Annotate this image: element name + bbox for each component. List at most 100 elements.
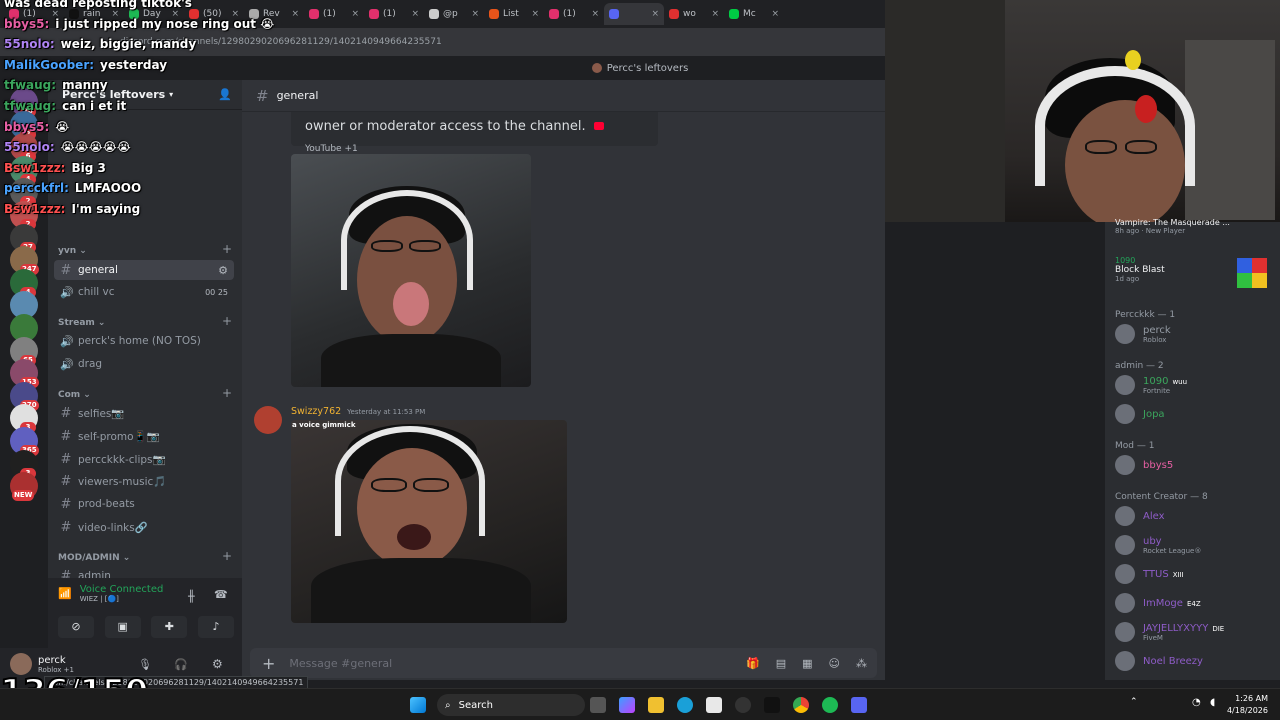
task-view-icon[interactable]	[590, 697, 606, 713]
gear-icon[interactable]: ⚙	[212, 657, 223, 671]
gif-icon[interactable]: ▤	[776, 657, 786, 670]
close-icon[interactable]: ×	[291, 9, 299, 19]
category-stream[interactable]: Stream ⌄	[58, 318, 105, 328]
browser-tab[interactable]: Mc ×	[724, 3, 784, 25]
member-item[interactable]: Jopa	[1115, 404, 1165, 424]
browser-tab[interactable]: (1) ×	[304, 3, 364, 25]
close-icon[interactable]: ×	[771, 9, 779, 19]
close-icon[interactable]: ×	[591, 9, 599, 19]
member-item[interactable]: bbys5	[1115, 455, 1173, 475]
channel-video-links[interactable]: # video-links🔗	[54, 517, 234, 537]
browser-tab[interactable]: Day ×	[124, 3, 184, 25]
wifi-icon[interactable]: ◔	[1192, 697, 1201, 708]
close-icon[interactable]: ×	[231, 9, 239, 19]
emoji-icon[interactable]: ☺	[829, 657, 840, 670]
windows-start-icon[interactable]	[410, 697, 426, 713]
channel-general[interactable]: # general ⚙	[54, 260, 234, 280]
add-channel-icon[interactable]: +	[222, 314, 232, 328]
category-com[interactable]: Com ⌄	[58, 390, 91, 400]
clock[interactable]: 1:26 AM 4/18/2026	[1227, 693, 1268, 717]
browser-tab[interactable]: (1) ×	[4, 3, 64, 25]
gear-icon[interactable]: ⚙	[218, 264, 228, 277]
microphone-icon[interactable]: 🎙	[138, 658, 152, 671]
member-item[interactable]: JAYJELLYXYYY DIE FiveM	[1115, 622, 1224, 642]
server-icon	[591, 63, 602, 73]
channel-selfies[interactable]: # selfies📷	[54, 403, 234, 423]
attached-image[interactable]: a voice gimmick	[291, 420, 567, 623]
channel-viewers-music[interactable]: # viewers-music🎵	[54, 471, 234, 491]
browser-tab[interactable]: wo ×	[664, 3, 724, 25]
close-icon[interactable]: ×	[531, 9, 539, 19]
member-item[interactable]: uby Rocket League®	[1115, 535, 1201, 555]
close-icon[interactable]: ×	[471, 9, 479, 19]
channel-drag[interactable]: 🔊 drag	[54, 354, 234, 374]
channel-self-promo[interactable]: # self-promo📱📷	[54, 426, 234, 446]
member-item[interactable]: perck Roblox	[1115, 324, 1171, 344]
noise-suppression-icon[interactable]: ╫	[188, 590, 195, 603]
message-author[interactable]: Swizzy762	[291, 406, 341, 417]
channel-prod-beats[interactable]: # prod-beats	[54, 494, 234, 514]
epic-icon[interactable]	[764, 697, 780, 713]
browser-tab[interactable]: (1) ×	[364, 3, 424, 25]
browser-tab[interactable]: (50) ×	[184, 3, 244, 25]
voice-connected-label[interactable]: Voice Connected	[80, 584, 164, 595]
gift-icon[interactable]: 🎁	[746, 657, 760, 670]
volume-icon[interactable]: ◖	[1210, 697, 1215, 708]
apps-icon[interactable]: ⁂	[856, 657, 867, 670]
channel-chill-vc[interactable]: 🔊 chill vc 00 25	[54, 282, 234, 302]
address-bar[interactable]: discord.com/channels/1298029020696281129…	[0, 28, 885, 56]
screen-share-button[interactable]: ▣	[104, 616, 141, 638]
browser-tab[interactable]: @p ×	[424, 3, 484, 25]
member-item[interactable]: TTUS XIII	[1115, 564, 1184, 584]
browser-tab[interactable]: List ×	[484, 3, 544, 25]
file-explorer-icon[interactable]	[648, 697, 664, 713]
sticker-icon[interactable]: ▦	[802, 657, 812, 670]
avatar[interactable]	[254, 406, 282, 434]
member-activity[interactable]: Vampire: The Masquerade ... 8h ago · New…	[1115, 218, 1230, 235]
close-icon[interactable]: ×	[351, 9, 359, 19]
category-yvn[interactable]: yvn ⌄	[58, 246, 87, 256]
add-attachment-icon[interactable]: +	[262, 654, 275, 673]
store-icon[interactable]	[706, 697, 722, 713]
close-icon[interactable]: ×	[411, 9, 419, 19]
category-mod-admin[interactable]: MOD/ADMIN ⌄	[58, 553, 130, 563]
edge-icon[interactable]	[677, 697, 693, 713]
tray-chevron-icon[interactable]: ⌃	[1130, 697, 1138, 707]
member-activity[interactable]: 1090 Block Blast 1d ago	[1115, 256, 1165, 283]
member-item[interactable]: 1090 wuu Fortnite	[1115, 375, 1187, 395]
message-input[interactable]: Message #general	[289, 657, 392, 670]
server-header[interactable]: Percc's leftovers ▾ 👤	[48, 80, 242, 110]
copilot-icon[interactable]	[619, 697, 635, 713]
member-item[interactable]: ImMoge E4Z	[1115, 593, 1201, 613]
add-channel-icon[interactable]: +	[222, 386, 232, 400]
discord-icon[interactable]	[851, 697, 867, 713]
soundboard-button[interactable]: ♪	[197, 616, 234, 638]
close-icon[interactable]: ×	[651, 9, 659, 19]
browser-tab[interactable]: Rev ×	[244, 3, 304, 25]
headphones-icon[interactable]: 🎧	[174, 658, 188, 671]
close-icon[interactable]: ×	[171, 9, 179, 19]
add-channel-icon[interactable]: +	[222, 549, 232, 563]
add-channel-icon[interactable]: +	[222, 242, 232, 256]
browser-tab[interactable]: (1) ×	[544, 3, 604, 25]
obs-icon[interactable]	[735, 697, 751, 713]
browser-tab[interactable]: rain ×	[64, 3, 124, 25]
close-icon[interactable]: ×	[711, 9, 719, 19]
camera-off-button[interactable]: ⊘	[58, 616, 94, 638]
disconnect-icon[interactable]: ☎	[214, 588, 228, 601]
add-member-icon[interactable]: 👤	[218, 88, 232, 101]
attached-image[interactable]	[291, 154, 531, 387]
chrome-icon[interactable]	[793, 697, 809, 713]
browser-tab[interactable]: ×	[604, 3, 664, 25]
activities-button[interactable]: ✚	[151, 616, 188, 638]
spotify-icon[interactable]	[822, 697, 838, 713]
taskbar-search[interactable]: ⌕ Search	[437, 694, 585, 716]
voice-server-label[interactable]: WIEZ | [🔵]	[80, 595, 164, 603]
close-icon[interactable]: ×	[111, 9, 119, 19]
member-item[interactable]: Alex	[1115, 506, 1165, 526]
member-item[interactable]: Noel Breezy	[1115, 651, 1203, 671]
close-icon[interactable]: ×	[51, 9, 59, 19]
channel-percckkk-clips[interactable]: # percckkk-clips📷	[54, 449, 234, 469]
channel-perck-s-home-no-tos[interactable]: 🔊 perck's home (NO TOS)	[54, 331, 234, 351]
message-composer[interactable]: + Message #general 🎁 ▤ ▦ ☺ ⁂	[250, 648, 877, 678]
